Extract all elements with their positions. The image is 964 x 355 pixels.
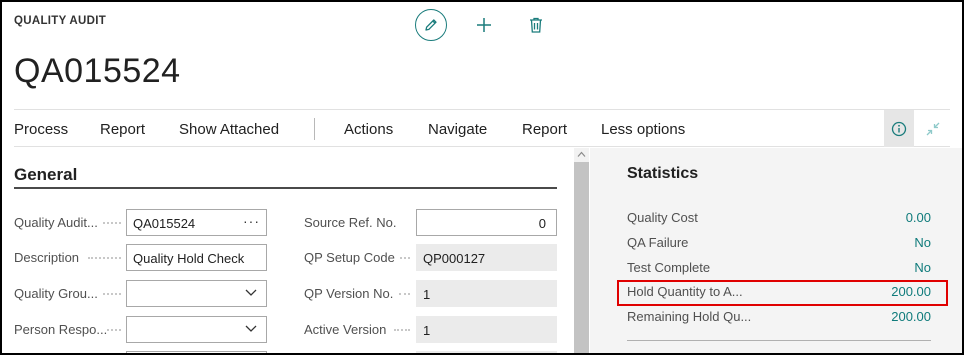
qp-version-no-field: 1 bbox=[416, 280, 557, 307]
qp-version-no-value: 1 bbox=[423, 287, 431, 302]
stat-value-qa-failure[interactable]: No bbox=[914, 235, 931, 250]
quality-audit-page: QUALITY AUDIT QA015524 Process Report Sh… bbox=[0, 0, 964, 355]
source-ref-no-value: 0 bbox=[538, 216, 546, 231]
stat-label: Test Complete bbox=[627, 260, 711, 275]
active-version-field: 1 bbox=[416, 316, 557, 343]
stat-row-remaining-hold: Remaining Hold Qu... 200.00 bbox=[627, 307, 931, 327]
stat-label: Quality Cost bbox=[627, 210, 698, 225]
page-title: QA015524 bbox=[14, 52, 181, 90]
action-actions[interactable]: Actions bbox=[344, 121, 393, 138]
action-less-options[interactable]: Less options bbox=[601, 121, 685, 138]
action-show-attached[interactable]: Show Attached bbox=[179, 121, 279, 138]
lookup-ellipsis-icon[interactable]: ··· bbox=[243, 213, 260, 229]
action-report-2[interactable]: Report bbox=[522, 121, 567, 138]
collapse-icon[interactable] bbox=[918, 110, 948, 147]
factbox-divider bbox=[627, 340, 931, 341]
field-label-active-version: Active Version bbox=[304, 322, 387, 337]
leader-dots bbox=[103, 293, 121, 295]
stat-label: Remaining Hold Qu... bbox=[627, 309, 752, 324]
action-report[interactable]: Report bbox=[100, 121, 145, 138]
stat-row-qa-failure: QA Failure No bbox=[627, 233, 931, 253]
info-icon[interactable] bbox=[884, 110, 914, 147]
field-label-source-ref-no: Source Ref. No. bbox=[304, 215, 397, 230]
content-scrollbar[interactable] bbox=[574, 148, 589, 353]
stat-value-remaining-hold[interactable]: 200.00 bbox=[891, 309, 931, 324]
action-bar: Process Report Show Attached Actions Nav… bbox=[14, 109, 950, 147]
leader-dots bbox=[400, 257, 410, 259]
chevron-down-icon bbox=[245, 289, 257, 296]
action-separator bbox=[314, 118, 315, 140]
next-field-partial[interactable] bbox=[126, 351, 267, 353]
quality-group-select[interactable] bbox=[126, 280, 267, 307]
leader-dots bbox=[107, 329, 121, 331]
stat-row-test-complete: Test Complete No bbox=[627, 258, 931, 278]
action-navigate[interactable]: Navigate bbox=[428, 121, 487, 138]
action-process[interactable]: Process bbox=[14, 121, 68, 138]
field-label-qp-version-no: QP Version No. bbox=[304, 286, 394, 301]
leader-dots bbox=[394, 329, 410, 331]
next-field-partial bbox=[416, 351, 557, 353]
chevron-down-icon bbox=[245, 325, 257, 332]
qp-setup-code-value: QP000127 bbox=[423, 251, 486, 266]
field-label-person-responsible: Person Respo... bbox=[14, 322, 108, 337]
leader-dots bbox=[88, 257, 121, 259]
statistics-title[interactable]: Statistics bbox=[627, 165, 698, 183]
general-section-title[interactable]: General bbox=[14, 165, 77, 185]
highlight-box bbox=[617, 280, 948, 306]
description-value: Quality Hold Check bbox=[133, 251, 245, 266]
person-responsible-select[interactable] bbox=[126, 316, 267, 343]
scrollbar-thumb[interactable] bbox=[574, 162, 589, 353]
delete-icon[interactable] bbox=[520, 9, 552, 41]
section-divider bbox=[14, 187, 557, 189]
stat-value-quality-cost[interactable]: 0.00 bbox=[906, 210, 931, 225]
field-label-qp-setup-code: QP Setup Code bbox=[304, 250, 395, 265]
stat-label: QA Failure bbox=[627, 235, 689, 250]
leader-dots bbox=[399, 293, 410, 295]
leader-dots bbox=[103, 222, 121, 224]
field-label-quality-audit: Quality Audit... bbox=[14, 215, 98, 230]
field-label-description: Description bbox=[14, 250, 80, 265]
stat-row-quality-cost: Quality Cost 0.00 bbox=[627, 208, 931, 228]
qp-setup-code-field: QP000127 bbox=[416, 244, 557, 271]
description-field[interactable]: Quality Hold Check bbox=[126, 244, 267, 271]
scroll-up-icon[interactable] bbox=[577, 151, 586, 158]
field-label-quality-group: Quality Grou... bbox=[14, 286, 98, 301]
edit-icon[interactable] bbox=[415, 9, 447, 41]
quality-audit-no-value: QA015524 bbox=[133, 216, 196, 231]
active-version-value: 1 bbox=[423, 323, 431, 338]
quality-audit-no-field[interactable]: QA015524 ··· bbox=[126, 209, 267, 236]
source-ref-no-field[interactable]: 0 bbox=[416, 209, 557, 236]
add-icon[interactable] bbox=[468, 9, 500, 41]
stat-value-test-complete[interactable]: No bbox=[914, 260, 931, 275]
page-caption: QUALITY AUDIT bbox=[14, 15, 107, 27]
statistics-factbox: Statistics Quality Cost 0.00 QA Failure … bbox=[590, 148, 962, 353]
